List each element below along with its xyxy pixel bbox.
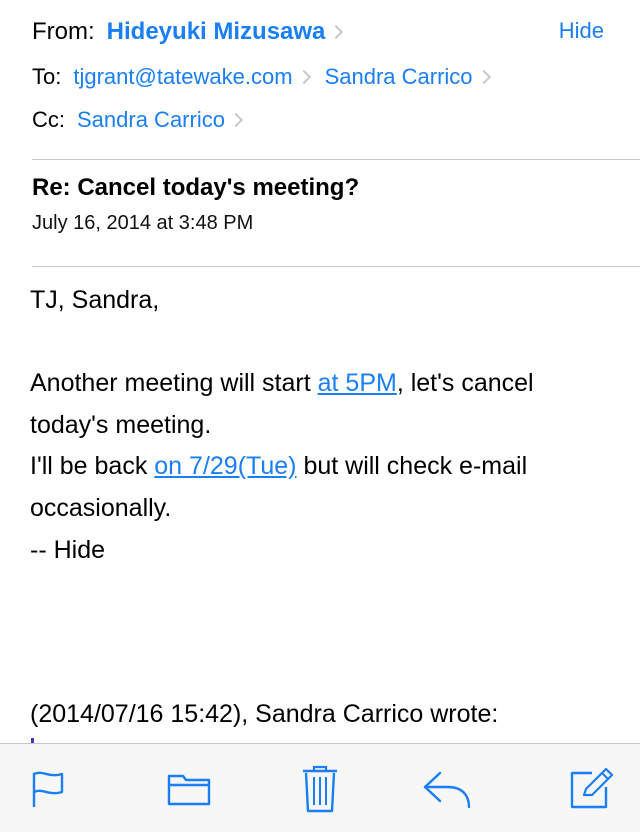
reply-icon: [423, 771, 471, 809]
chevron-right-icon: [329, 24, 344, 40]
chevron-right-icon: [476, 69, 491, 85]
body-line: occasionally.: [30, 493, 172, 522]
trash-icon: [303, 765, 337, 813]
divider: [32, 159, 640, 160]
cc-row: Cc: Sandra Carrico: [32, 103, 257, 137]
time-link[interactable]: at 5PM: [318, 369, 397, 397]
from-sender-name[interactable]: Hideyuki Mizusawa: [107, 18, 326, 46]
flag-icon: [32, 771, 64, 807]
reply-button[interactable]: [422, 764, 472, 814]
chevron-right-icon: [296, 69, 311, 85]
body-line: Another meeting will start at 5PM, let's…: [30, 363, 620, 405]
to-label: To:: [32, 64, 62, 89]
move-to-folder-button[interactable]: [164, 764, 214, 814]
to-recipient-tjgrant[interactable]: tjgrant@tatewake.com: [73, 64, 292, 90]
quoted-reply-header: (2014/07/16 15:42), Sandra Carrico wrote…: [30, 700, 499, 728]
body-text: , let's cancel: [396, 369, 534, 398]
message-body: TJ, Sandra, Another meeting will start a…: [30, 280, 620, 571]
bottom-toolbar: [0, 743, 640, 832]
body-text: but will check e-mail: [296, 452, 528, 481]
chevron-right-icon: [228, 112, 244, 128]
compose-icon: [570, 767, 614, 809]
hide-details-button[interactable]: Hide: [559, 18, 604, 44]
cc-recipient-sandra[interactable]: Sandra Carrico: [77, 107, 225, 133]
to-recipient-sandra[interactable]: Sandra Carrico: [325, 64, 473, 90]
body-signature: -- Hide: [30, 535, 106, 564]
flag-button[interactable]: [23, 764, 73, 814]
date-link[interactable]: on 7/29(Tue): [154, 452, 296, 480]
body-line: I'll be back on 7/29(Tue) but will check…: [30, 446, 620, 488]
body-text: I'll be back: [30, 452, 155, 481]
compose-button[interactable]: [566, 764, 616, 814]
body-greeting: TJ, Sandra,: [30, 286, 160, 314]
folder-icon: [167, 774, 211, 806]
from-label: From:: [32, 18, 95, 45]
body-text: Another meeting will start: [30, 369, 318, 398]
message-subject: Re: Cancel today's meeting?: [32, 174, 360, 201]
divider: [32, 266, 640, 267]
message-date: July 16, 2014 at 3:48 PM: [32, 212, 254, 234]
trash-button[interactable]: [295, 764, 345, 814]
cc-label: Cc:: [32, 107, 65, 132]
to-row: To: tjgrant@tatewake.com Sandra Carrico: [32, 60, 505, 94]
from-row: From: Hideyuki Mizusawa: [32, 14, 357, 50]
body-line: today's meeting.: [30, 410, 212, 439]
